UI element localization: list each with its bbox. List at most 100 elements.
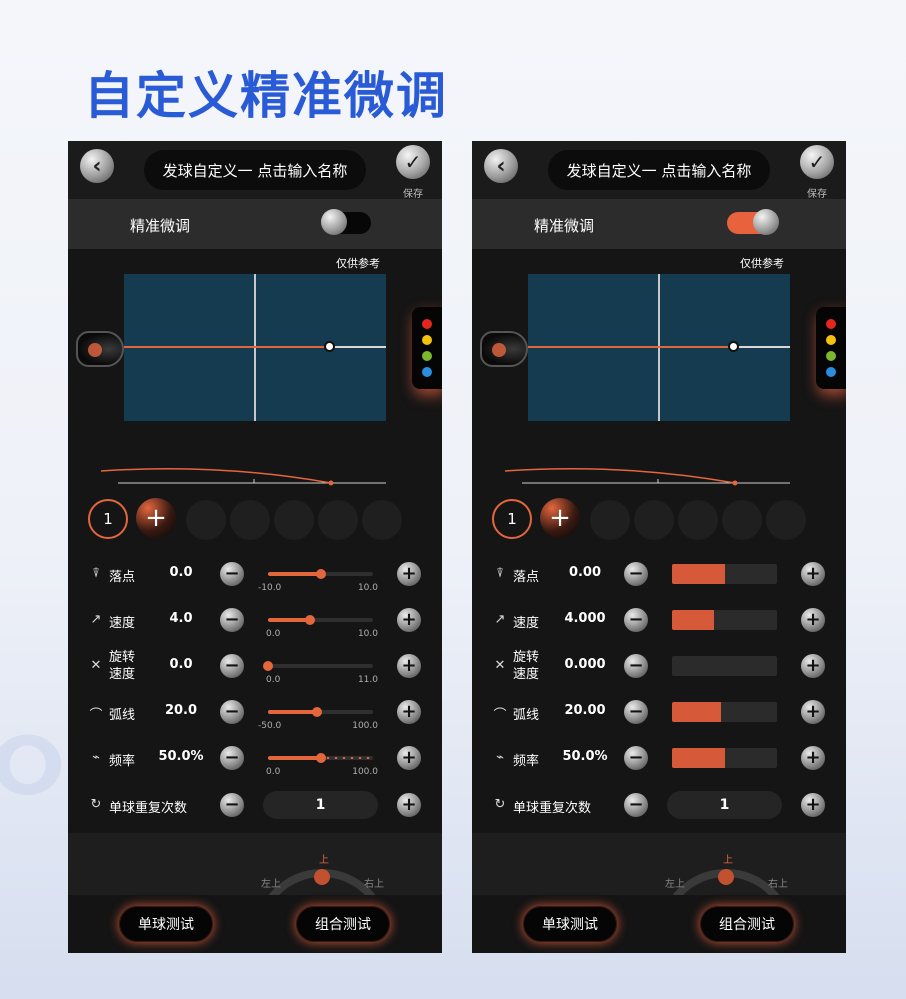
frequency-icon: ⌁ — [92, 750, 100, 765]
frequency-row: ⌁ 频率 50.0% − + — [472, 739, 846, 779]
single-test-button[interactable]: 单球测试 — [119, 906, 213, 942]
serve-name-input[interactable]: 发球自定义一 点击输入名称 — [548, 150, 770, 190]
ball-color-panel[interactable] — [816, 307, 846, 389]
frequency-slider[interactable]: 0.0 100.0 — [266, 751, 378, 777]
landing-row: ⍒ 落点 0.00 − + — [472, 555, 846, 595]
repeat-row: ↻ 单球重复次数 − 1 + — [68, 786, 442, 826]
spin-top-label: 上 — [319, 855, 329, 866]
repeat-decrease-button[interactable]: − — [220, 793, 244, 817]
green-dot[interactable] — [422, 351, 432, 361]
combo-test-button[interactable]: 组合测试 — [296, 906, 390, 942]
save-button[interactable]: ✓ — [800, 145, 834, 179]
arc-increase-button[interactable]: + — [801, 700, 825, 724]
spin-speed-row: ✕ 旋转 速度 0.0 − 0.0 11.0 + — [68, 647, 442, 687]
spin-decrease-button[interactable]: − — [624, 654, 648, 678]
table-top-view[interactable] — [528, 274, 790, 421]
spin-left-label: 左上 — [665, 879, 685, 890]
add-ball-button[interactable]: + — [136, 498, 176, 538]
combo-test-button[interactable]: 组合测试 — [700, 906, 794, 942]
frequency-increase-button[interactable]: + — [801, 746, 825, 770]
yellow-dot[interactable] — [422, 335, 432, 345]
save-button[interactable]: ✓ — [396, 145, 430, 179]
spin-decrease-button[interactable]: − — [220, 654, 244, 678]
landing-point-handle[interactable] — [728, 341, 739, 352]
spin-increase-button[interactable]: + — [397, 654, 421, 678]
spin-speed-value: 0.0 — [169, 657, 193, 672]
landing-decrease-button[interactable]: − — [624, 562, 648, 586]
frequency-label: 频率 — [513, 754, 540, 769]
speed-bar[interactable] — [672, 610, 777, 630]
landing-label: 落点 — [513, 570, 540, 585]
landing-slider[interactable]: -10.0 10.0 — [258, 567, 378, 593]
single-test-button[interactable]: 单球测试 — [523, 906, 617, 942]
fine-tune-toggle[interactable] — [727, 209, 779, 235]
arc-icon: ⌒ — [89, 708, 103, 723]
repeat-count[interactable]: 1 — [263, 791, 378, 819]
repeat-increase-button[interactable]: + — [397, 793, 421, 817]
speed-min: 0.0 — [266, 629, 281, 639]
repeat-increase-button[interactable]: + — [801, 793, 825, 817]
speed-icon: ↗ — [494, 612, 506, 627]
ball-placeholder — [230, 500, 270, 540]
speed-value: 4.000 — [564, 611, 606, 626]
spin-handle[interactable] — [314, 869, 330, 885]
red-dot[interactable] — [422, 319, 432, 329]
speed-increase-button[interactable]: + — [397, 608, 421, 632]
blue-dot[interactable] — [826, 367, 836, 377]
save-label: 保存 — [403, 189, 423, 200]
back-button[interactable]: ‹ — [484, 149, 518, 183]
red-dot[interactable] — [826, 319, 836, 329]
spin-direction-selector[interactable]: 上 左上 右上 — [68, 833, 442, 937]
check-icon: ✓ — [404, 150, 422, 174]
spin-speed-row: ✕ 旋转 速度 0.000 − + — [472, 647, 846, 687]
spin-increase-button[interactable]: + — [801, 654, 825, 678]
landing-bar[interactable] — [672, 564, 777, 584]
ball-placeholder — [318, 500, 358, 540]
ball-placeholder — [722, 500, 762, 540]
reference-label: 仅供参考 — [336, 257, 380, 270]
frequency-bar[interactable] — [672, 748, 777, 768]
arc-slider[interactable]: -50.0 100.0 — [258, 705, 378, 731]
speed-decrease-button[interactable]: − — [624, 608, 648, 632]
ball-color-panel[interactable] — [412, 307, 442, 389]
arc-label: 弧线 — [109, 708, 136, 723]
repeat-count[interactable]: 1 — [667, 791, 782, 819]
add-ball-button[interactable]: + — [540, 498, 580, 538]
spin-direction-selector[interactable]: 上 左上 右上 — [472, 833, 846, 937]
landing-icon: ⍒ — [496, 566, 504, 581]
speed-slider[interactable]: 0.0 10.0 — [266, 613, 378, 639]
blue-dot[interactable] — [422, 367, 432, 377]
landing-increase-button[interactable]: + — [801, 562, 825, 586]
ball-1-button[interactable]: 1 — [492, 499, 532, 539]
arc-decrease-button[interactable]: − — [220, 700, 244, 724]
spin-handle[interactable] — [718, 869, 734, 885]
frequency-decrease-button[interactable]: − — [624, 746, 648, 770]
spin-bar[interactable] — [672, 656, 777, 676]
back-button[interactable]: ‹ — [80, 149, 114, 183]
landing-decrease-button[interactable]: − — [220, 562, 244, 586]
fine-tune-toggle[interactable] — [321, 209, 371, 235]
decorative-pattern: ⵔ — [0, 720, 66, 813]
landing-point-handle[interactable] — [324, 341, 335, 352]
arc-decrease-button[interactable]: − — [624, 700, 648, 724]
yellow-dot[interactable] — [826, 335, 836, 345]
ball-1-button[interactable]: 1 — [88, 499, 128, 539]
repeat-decrease-button[interactable]: − — [624, 793, 648, 817]
table-top-view[interactable] — [124, 274, 386, 421]
landing-increase-button[interactable]: + — [397, 562, 421, 586]
spin-top-label: 上 — [723, 855, 733, 866]
arc-bar[interactable] — [672, 702, 777, 722]
frequency-increase-button[interactable]: + — [397, 746, 421, 770]
spin-slider[interactable]: 0.0 11.0 — [263, 659, 378, 685]
arc-row: ⌒ 弧线 20.0 − -50.0 100.0 + — [68, 693, 442, 733]
speed-decrease-button[interactable]: − — [220, 608, 244, 632]
page-title: 自定义精准微调 — [84, 67, 448, 125]
frequency-decrease-button[interactable]: − — [220, 746, 244, 770]
green-dot[interactable] — [826, 351, 836, 361]
arc-increase-button[interactable]: + — [397, 700, 421, 724]
speed-label: 速度 — [109, 616, 136, 631]
arc-row: ⌒ 弧线 20.00 − + — [472, 693, 846, 733]
serve-name-input[interactable]: 发球自定义一 点击输入名称 — [144, 150, 366, 190]
speed-increase-button[interactable]: + — [801, 608, 825, 632]
landing-value: 0.0 — [169, 565, 193, 580]
